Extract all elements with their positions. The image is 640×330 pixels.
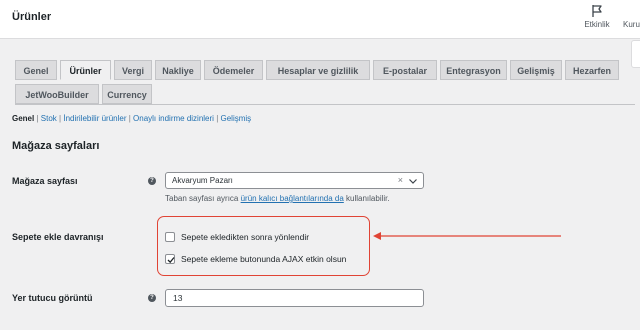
activity-button[interactable]: Etkinlik: [577, 4, 617, 29]
settings-tabs: Genel Ürünler Vergi Nakliye Ödemeler Hes…: [15, 60, 635, 105]
tab-entegrasyon[interactable]: Entegrasyon: [440, 60, 507, 80]
cut-off-label[interactable]: Kuru: [623, 20, 640, 29]
subnav-item-indirilebilir[interactable]: İndirilebilir ürünler: [63, 114, 126, 123]
placeholder-image-value: 13: [173, 293, 183, 303]
desc-before: Taban sayfası ayrıca: [165, 194, 239, 203]
page-title: Ürünler: [12, 11, 52, 23]
shop-page-description: Taban sayfası ayrıca ürün kalıcı bağlant…: [165, 194, 390, 203]
subnav-item-gelismis[interactable]: Gelişmiş: [221, 114, 252, 123]
shop-page-select[interactable]: Akvaryum Pazarı ×: [165, 172, 424, 189]
subnav-current[interactable]: Genel: [12, 114, 34, 123]
check-icon: [167, 257, 175, 264]
ajax-checkbox-label[interactable]: Sepete ekleme butonunda AJAX etkin olsun: [181, 254, 346, 264]
shop-page-value: Akvaryum Pazarı: [172, 176, 233, 185]
subsection-nav: Genel | Stok | İndirilebilir ürünler | O…: [12, 114, 251, 123]
subnav-separator: |: [36, 114, 39, 123]
help-icon[interactable]: ?: [148, 177, 156, 185]
tab-genel[interactable]: Genel: [15, 60, 57, 80]
redirect-checkbox-label[interactable]: Sepete ekledikten sonra yönlendir: [181, 232, 309, 242]
subnav-item-stok[interactable]: Stok: [41, 114, 57, 123]
cart-behavior-label: Sepete ekle davranışı: [12, 232, 104, 242]
placeholder-image-label: Yer tutucu görüntü: [12, 293, 93, 303]
flag-icon: [592, 5, 602, 17]
permalink-link[interactable]: ürün kalıcı bağlantılarında da: [241, 194, 344, 203]
tab-nakliye[interactable]: Nakliye: [155, 60, 201, 80]
chevron-down-icon[interactable]: [409, 179, 417, 184]
redirect-checkbox[interactable]: [165, 232, 175, 242]
section-title: Mağaza sayfaları: [12, 140, 100, 152]
tab-gelismis[interactable]: Gelişmiş: [510, 60, 562, 80]
tab-hesaplar[interactable]: Hesaplar ve gizlilik: [266, 60, 370, 80]
top-bar: Ürünler Etkinlik Kuru: [0, 0, 640, 39]
tab-jetwoobuilder[interactable]: JetWooBuilder: [15, 84, 99, 104]
help-icon[interactable]: ?: [148, 294, 156, 302]
subnav-separator: |: [128, 114, 131, 123]
tab-urunler[interactable]: Ürünler: [60, 60, 111, 80]
annotation-highlight-box: [157, 216, 370, 276]
subnav-separator: |: [59, 114, 62, 123]
ajax-checkbox[interactable]: [165, 254, 175, 264]
arrow-left-icon: [373, 232, 561, 240]
tab-epostalar[interactable]: E-postalar: [373, 60, 437, 80]
placeholder-image-input[interactable]: 13: [165, 289, 424, 307]
tab-hezarfen[interactable]: Hezarfen: [565, 60, 619, 80]
activity-label: Etkinlik: [584, 20, 610, 29]
desc-after: kullanılabilir.: [346, 194, 390, 203]
tab-vergi[interactable]: Vergi: [114, 60, 152, 80]
subnav-item-onayli[interactable]: Onaylı indirme dizinleri: [133, 114, 214, 123]
shop-page-label: Mağaza sayfası: [12, 176, 78, 186]
clear-icon[interactable]: ×: [398, 175, 403, 185]
subnav-separator: |: [216, 114, 219, 123]
tab-odemeler[interactable]: Ödemeler: [204, 60, 263, 80]
tab-currency[interactable]: Currency: [102, 84, 152, 104]
